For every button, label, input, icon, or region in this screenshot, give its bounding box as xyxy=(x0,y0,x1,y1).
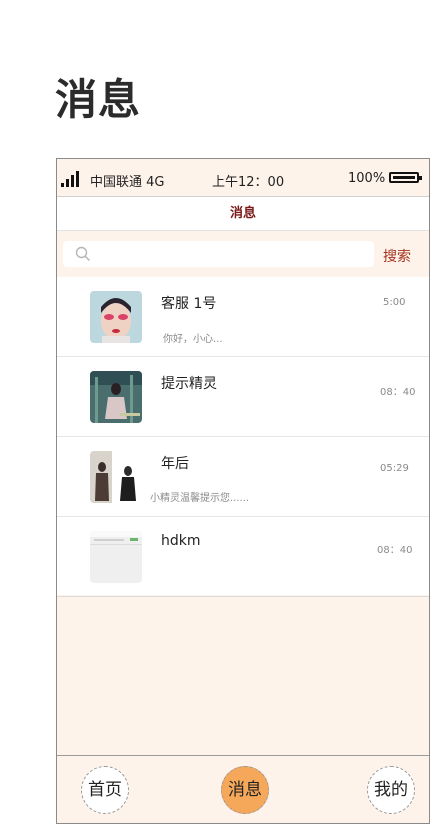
conversation-name: 客服 1号 xyxy=(161,296,217,312)
tab-me[interactable]: 我的 xyxy=(367,766,415,814)
avatar xyxy=(90,371,142,423)
tab-messages[interactable]: 消息 xyxy=(221,766,269,814)
screen-header: 消息 xyxy=(57,197,429,231)
tab-home[interactable]: 首页 xyxy=(81,766,129,814)
conversation-name: 提示精灵 xyxy=(161,376,217,392)
conversation-name: 年后 xyxy=(161,456,189,472)
search-bar: 搜索 xyxy=(57,231,429,277)
tab-bar: 首页 消息 我的 xyxy=(57,755,429,823)
conversation-item[interactable]: 客服 1号 你好，小心... 5:00 xyxy=(57,277,429,357)
conversation-time: 5:00 xyxy=(383,297,406,308)
search-icon xyxy=(75,246,90,261)
signal-icon xyxy=(61,169,83,187)
conversation-preview: 小精灵温馨提示您...... xyxy=(150,493,250,504)
status-bar: 中国联通 4G 上午12：00 100% xyxy=(57,159,429,197)
conversation-time: 08：40 xyxy=(377,545,413,556)
conversation-time: 08：40 xyxy=(380,387,416,398)
avatar xyxy=(90,451,142,503)
avatar xyxy=(90,291,142,343)
conversation-item[interactable]: hdkm 08：40 xyxy=(57,517,429,597)
conversation-name: hdkm xyxy=(161,533,201,549)
phone-frame: 中国联通 4G 上午12：00 100% 消息 搜索 客服 1号 你好，小心..… xyxy=(56,158,430,824)
status-time: 上午12：00 xyxy=(212,175,285,190)
conversation-item[interactable]: 提示精灵 08：40 xyxy=(57,357,429,437)
search-input[interactable] xyxy=(63,241,374,267)
avatar xyxy=(90,531,142,583)
conversation-item[interactable]: 年后 小精灵温馨提示您...... 05:29 xyxy=(57,437,429,517)
conversation-list: 客服 1号 你好，小心... 5:00 提示精灵 08：40 年后 小精灵温馨提… xyxy=(57,277,429,597)
search-button[interactable]: 搜索 xyxy=(383,246,411,266)
carrier-label: 中国联通 4G xyxy=(90,175,165,190)
conversation-preview: 你好，小心... xyxy=(163,334,223,345)
conversation-time: 05:29 xyxy=(380,463,409,474)
page-title: 消息 xyxy=(55,75,142,124)
battery-percent: 100% xyxy=(348,171,386,186)
battery-icon xyxy=(389,172,422,183)
